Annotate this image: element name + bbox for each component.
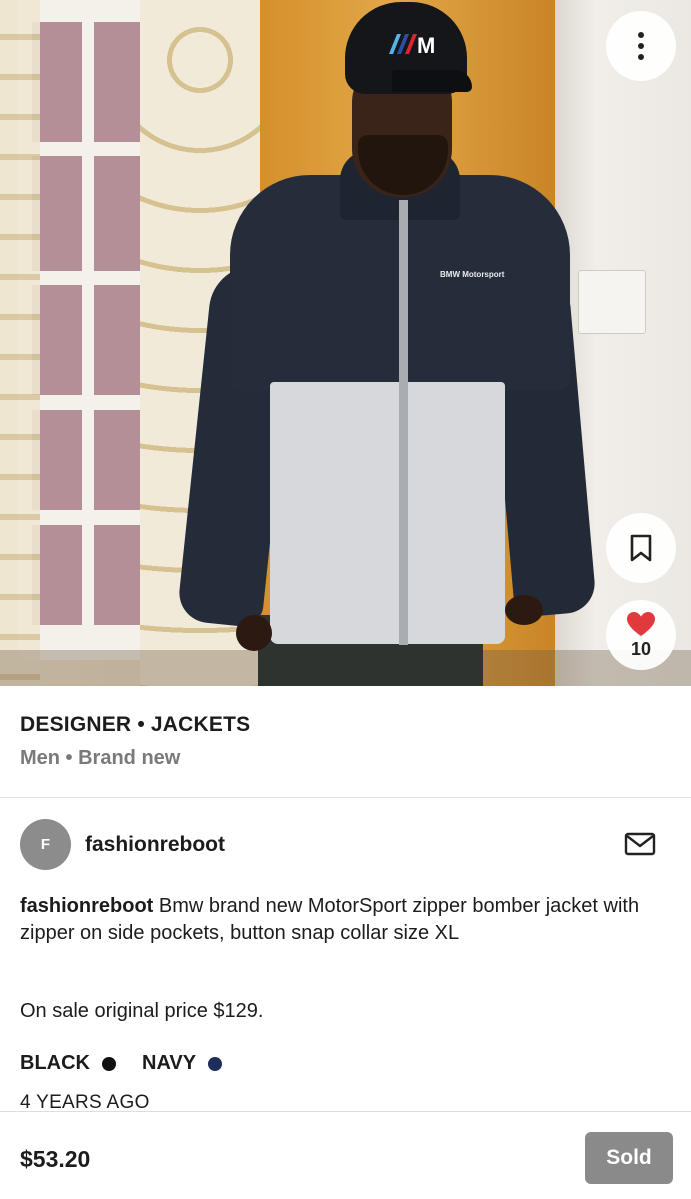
color-item-navy: NAVY [142, 1052, 223, 1075]
sold-button[interactable]: Sold [585, 1132, 673, 1184]
hand [236, 615, 272, 651]
category-line[interactable]: DESIGNER • JACKETS [20, 713, 250, 737]
curtain [0, 0, 40, 686]
item-meta: Men • Brand new [20, 747, 181, 769]
sale-note: On sale original price $129. [20, 1000, 264, 1022]
color-swatch [102, 1056, 116, 1071]
divider [0, 797, 691, 798]
jacket-bottom-panel [270, 382, 505, 644]
color-swatch [208, 1056, 223, 1071]
bookmark-button[interactable] [606, 513, 676, 583]
color-label: BLACK [20, 1052, 90, 1074]
description-author[interactable]: fashionreboot [20, 895, 153, 917]
more-options-button[interactable] [606, 11, 676, 81]
jacket-zipper [399, 200, 408, 645]
svg-text:M: M [417, 33, 435, 56]
like-button[interactable]: 10 [606, 600, 676, 670]
avatar-initial: F [40, 836, 51, 853]
light-switch [578, 270, 646, 334]
mail-icon[interactable] [622, 828, 658, 860]
more-vertical-icon [638, 32, 644, 60]
cap-brim [392, 70, 472, 92]
avatar[interactable]: F [20, 819, 71, 870]
hand [505, 595, 543, 625]
listing-photo[interactable]: BMW Motorsport M 10 [0, 0, 691, 686]
like-count: 10 [630, 638, 652, 659]
m-logo-icon: M [389, 33, 435, 56]
listing-timestamp: 4 YEARS AGO [20, 1092, 150, 1112]
item-description: fashionreboot Bmw brand new MotorSport z… [20, 893, 660, 947]
bookmark-icon [630, 534, 652, 562]
price: $53.20 [20, 1146, 91, 1172]
seller-username[interactable]: fashionreboot [85, 833, 225, 857]
jacket-chest-print: BMW Motorsport [440, 270, 505, 279]
color-label: NAVY [142, 1052, 197, 1074]
color-item-black: BLACK [20, 1052, 116, 1075]
heart-icon [627, 611, 655, 636]
color-list: BLACK NAVY [20, 1052, 248, 1075]
purchase-bar: $53.20 Sold [0, 1111, 691, 1199]
